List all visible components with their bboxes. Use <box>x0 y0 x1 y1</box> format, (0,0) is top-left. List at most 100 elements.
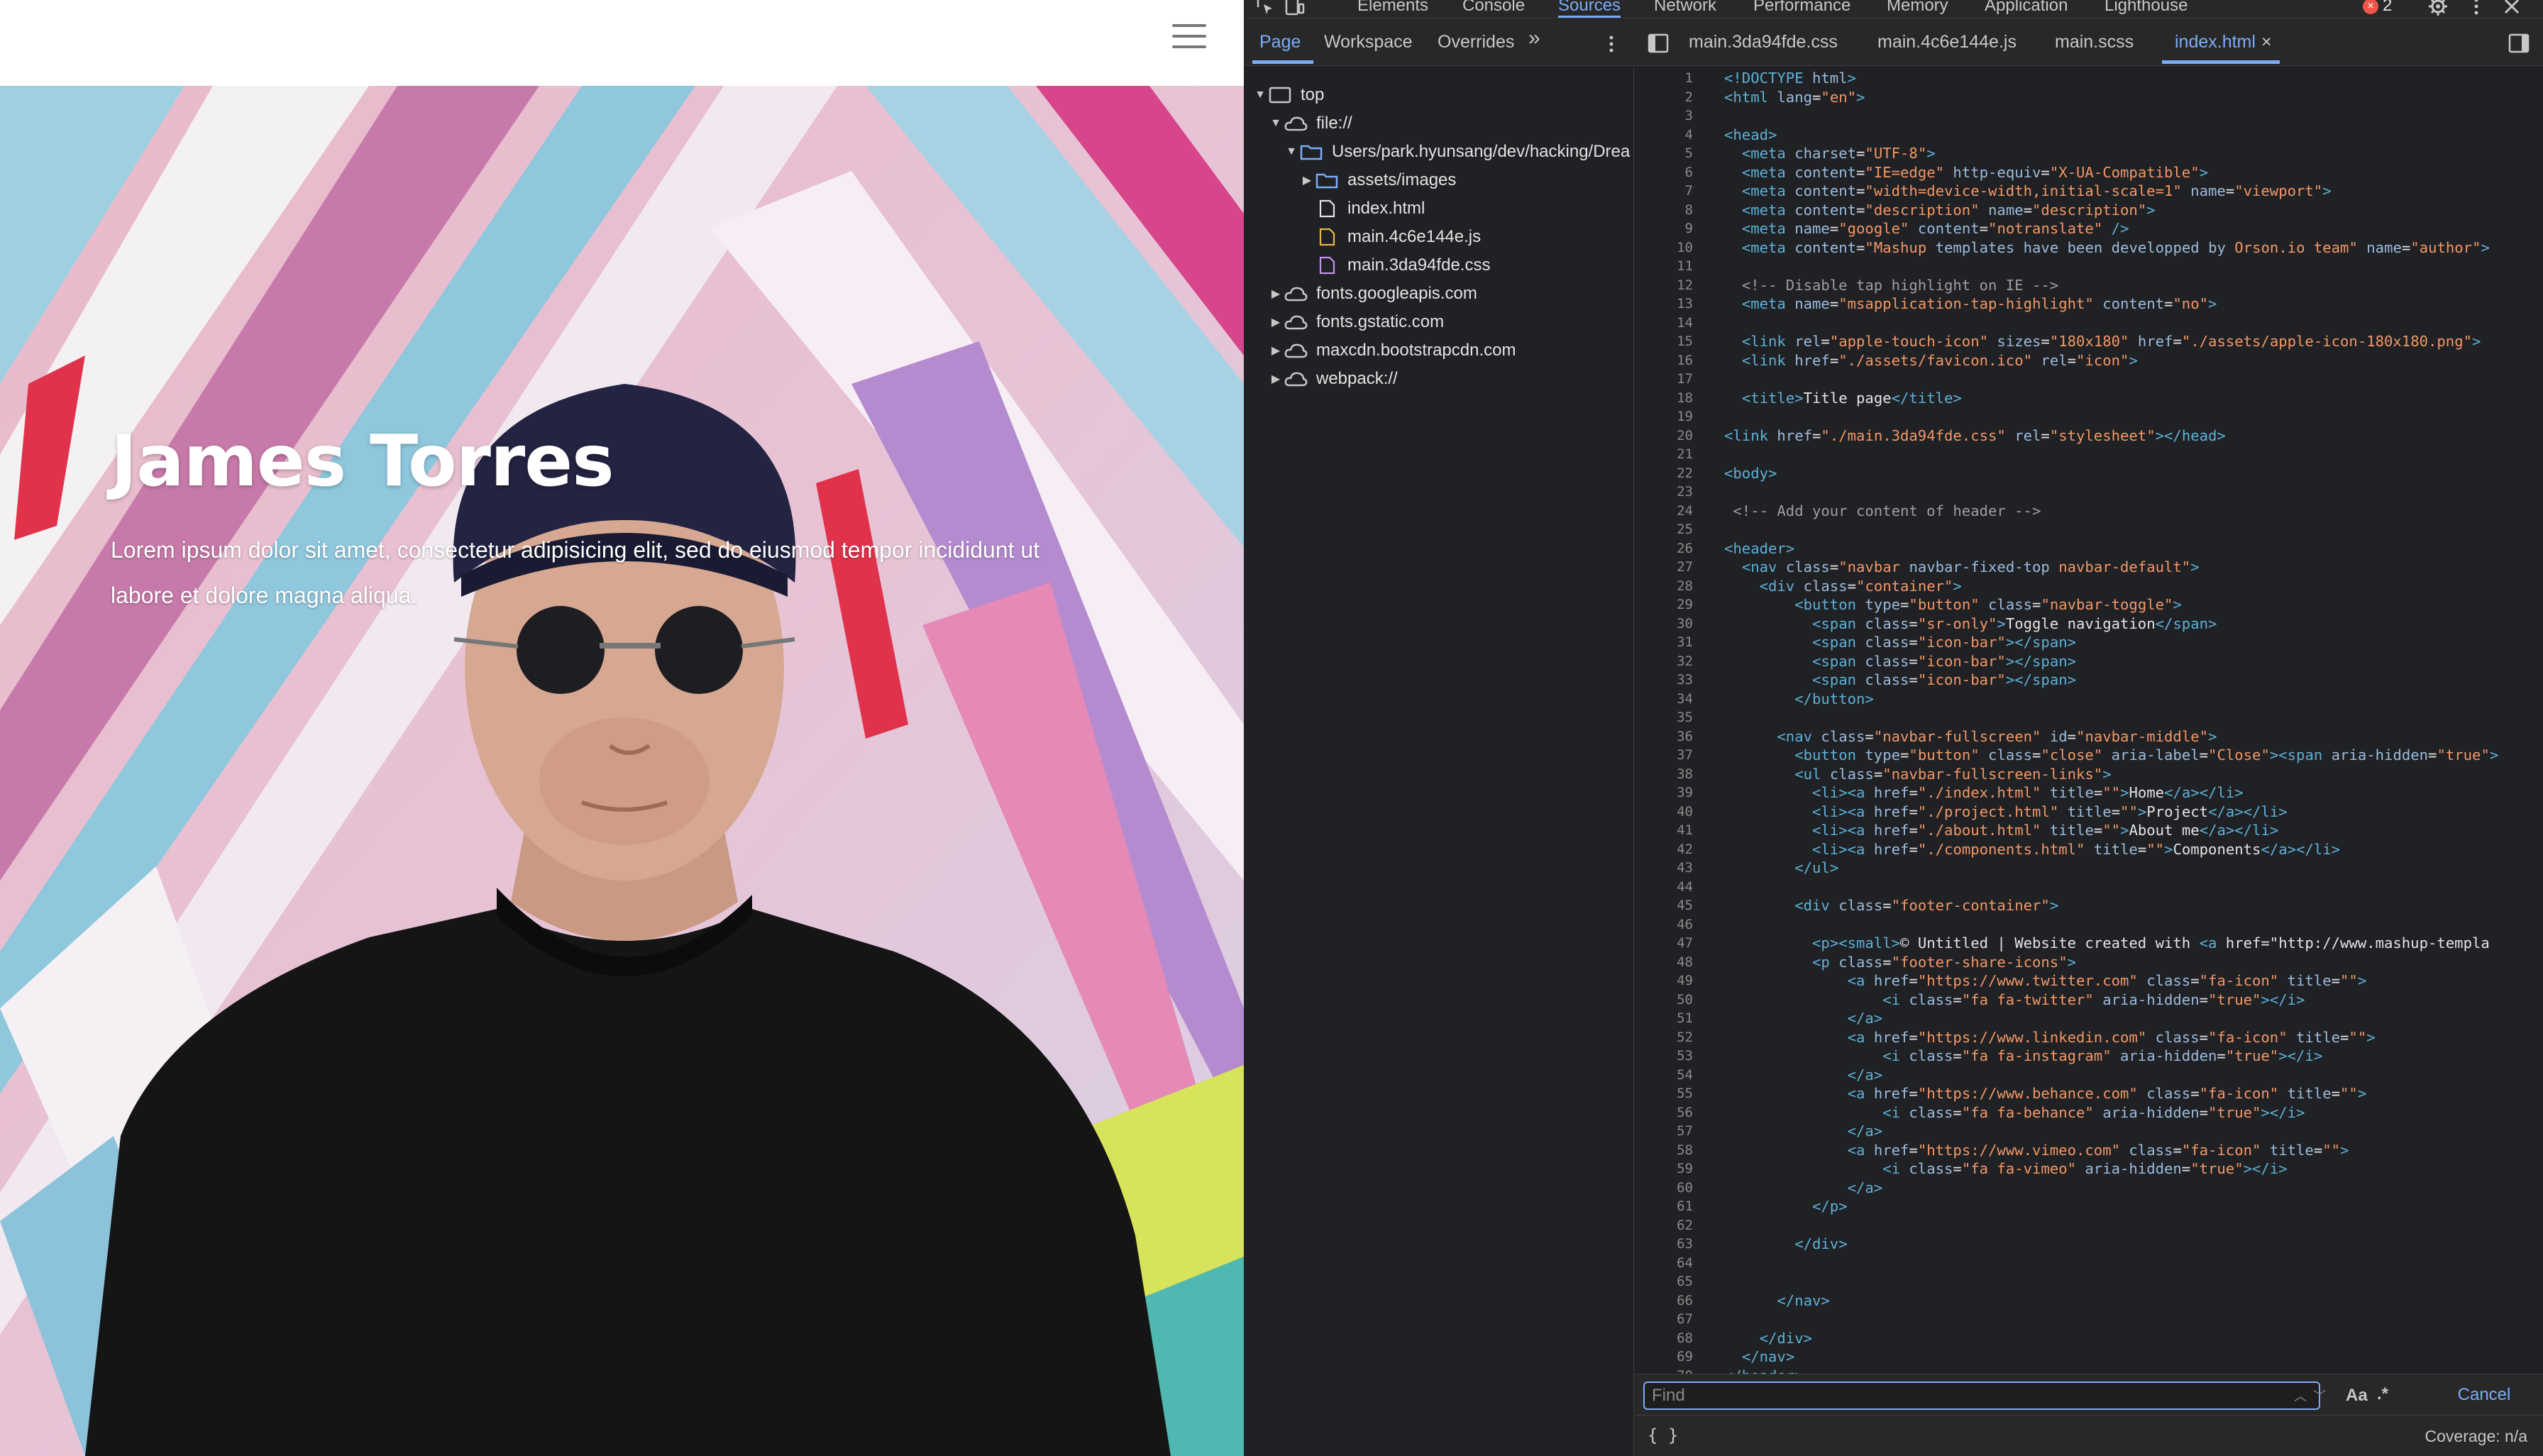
line-number[interactable]: 65 <box>1635 1274 1693 1289</box>
file-tab-index-html[interactable]: index.html <box>2175 32 2256 53</box>
line-number[interactable]: 32 <box>1635 653 1693 669</box>
line-number[interactable]: 37 <box>1635 747 1693 763</box>
close-file-tab-icon[interactable]: × <box>2261 32 2272 53</box>
line-number[interactable]: 50 <box>1635 992 1693 1008</box>
pretty-print-icon[interactable]: { } <box>1648 1425 1678 1445</box>
line-number[interactable]: 45 <box>1635 898 1693 913</box>
find-next-icon[interactable]: ﹀ <box>2309 1386 2330 1407</box>
line-number[interactable]: 54 <box>1635 1067 1693 1083</box>
line-number[interactable]: 68 <box>1635 1330 1693 1346</box>
tab-memory[interactable]: Memory <box>1887 0 1948 16</box>
subtab-page[interactable]: Page <box>1259 32 1301 53</box>
line-number[interactable]: 38 <box>1635 766 1693 782</box>
subtab-workspace[interactable]: Workspace <box>1324 32 1413 53</box>
subtab-overrides[interactable]: Overrides <box>1438 32 1514 53</box>
tree-item-googleapis[interactable]: ▶ fonts.googleapis.com <box>1268 280 1477 308</box>
regex-button[interactable]: .* <box>2377 1384 2388 1404</box>
line-number[interactable]: 51 <box>1635 1010 1693 1026</box>
line-number[interactable]: 43 <box>1635 860 1693 876</box>
tree-item-webpack[interactable]: ▶ webpack:// <box>1268 365 1398 393</box>
line-number[interactable]: 42 <box>1635 842 1693 857</box>
toggle-debugger-icon[interactable] <box>2508 32 2530 55</box>
line-number[interactable]: 8 <box>1635 202 1693 218</box>
line-number[interactable]: 59 <box>1635 1161 1693 1176</box>
line-number[interactable]: 47 <box>1635 935 1693 951</box>
line-number[interactable]: 10 <box>1635 240 1693 255</box>
line-number[interactable]: 69 <box>1635 1349 1693 1364</box>
line-number[interactable]: 58 <box>1635 1142 1693 1158</box>
hamburger-menu-icon[interactable] <box>1172 24 1206 50</box>
line-number[interactable]: 1 <box>1635 70 1693 86</box>
line-number[interactable]: 24 <box>1635 503 1693 519</box>
tree-item-assets[interactable]: ▶ assets/images <box>1299 166 1457 194</box>
line-number[interactable]: 62 <box>1635 1218 1693 1233</box>
line-number[interactable]: 39 <box>1635 785 1693 800</box>
line-number[interactable]: 13 <box>1635 296 1693 311</box>
code-editor[interactable]: 1 2 3 4 5 6 7 8 9 10 11 12 13 14 15 16 17 18 19 20 21 22 23 24 2… <box>1635 67 2543 1374</box>
tree-item-top[interactable]: ▼ top <box>1252 81 1324 109</box>
line-number[interactable]: 12 <box>1635 277 1693 293</box>
line-number[interactable]: 66 <box>1635 1293 1693 1308</box>
close-devtools-icon[interactable] <box>2501 0 2522 17</box>
line-number[interactable]: 64 <box>1635 1255 1693 1271</box>
line-number[interactable]: 11 <box>1635 258 1693 274</box>
line-number[interactable]: 41 <box>1635 822 1693 838</box>
tab-network[interactable]: Network <box>1654 0 1716 16</box>
navigator-menu-icon[interactable] <box>1601 33 1622 55</box>
line-number[interactable]: 31 <box>1635 634 1693 650</box>
line-number[interactable]: 55 <box>1635 1086 1693 1101</box>
line-number[interactable]: 25 <box>1635 522 1693 537</box>
line-number[interactable]: 4 <box>1635 127 1693 143</box>
line-number[interactable]: 53 <box>1635 1048 1693 1064</box>
line-number[interactable]: 61 <box>1635 1198 1693 1214</box>
line-number[interactable]: 5 <box>1635 145 1693 161</box>
line-number[interactable]: 52 <box>1635 1030 1693 1045</box>
line-number[interactable]: 2 <box>1635 89 1693 105</box>
line-number[interactable]: 30 <box>1635 616 1693 632</box>
line-number[interactable]: 56 <box>1635 1105 1693 1120</box>
line-number[interactable]: 57 <box>1635 1123 1693 1139</box>
error-count-badge[interactable]: × 2 <box>2363 0 2392 16</box>
line-number[interactable]: 63 <box>1635 1236 1693 1252</box>
line-number[interactable]: 18 <box>1635 390 1693 406</box>
device-toolbar-icon[interactable] <box>1284 0 1305 17</box>
line-number[interactable]: 9 <box>1635 221 1693 236</box>
line-number[interactable]: 34 <box>1635 691 1693 707</box>
line-number[interactable]: 26 <box>1635 541 1693 556</box>
line-number[interactable]: 22 <box>1635 465 1693 481</box>
line-number[interactable]: 19 <box>1635 409 1693 424</box>
line-number[interactable]: 67 <box>1635 1311 1693 1327</box>
tree-item-main-js[interactable]: main.4c6e144e.js <box>1315 223 1481 251</box>
line-number[interactable]: 17 <box>1635 371 1693 387</box>
settings-gear-icon[interactable] <box>2427 0 2449 17</box>
tab-application[interactable]: Application <box>1985 0 2068 16</box>
match-case-button[interactable]: Aa <box>2346 1386 2368 1406</box>
tree-item-index-html[interactable]: index.html <box>1315 194 1425 223</box>
line-number[interactable]: 3 <box>1635 108 1693 123</box>
line-number[interactable]: 36 <box>1635 729 1693 744</box>
line-number[interactable]: 48 <box>1635 954 1693 970</box>
file-tab-main-css[interactable]: main.3da94fde.css <box>1689 32 1838 53</box>
tab-lighthouse[interactable]: Lighthouse <box>2105 0 2188 16</box>
file-tab-main-js[interactable]: main.4c6e144e.js <box>1877 32 2017 53</box>
line-number[interactable]: 33 <box>1635 672 1693 688</box>
line-number[interactable]: 14 <box>1635 315 1693 331</box>
line-number[interactable]: 15 <box>1635 333 1693 349</box>
line-number[interactable]: 70 <box>1635 1368 1693 1374</box>
line-number[interactable]: 7 <box>1635 183 1693 199</box>
tree-item-file[interactable]: ▼ file:// <box>1268 109 1352 138</box>
tree-item-bootstrapcdn[interactable]: ▶ maxcdn.bootstrapcdn.com <box>1268 336 1516 365</box>
find-input[interactable] <box>1643 1381 2320 1410</box>
line-number[interactable]: 27 <box>1635 559 1693 575</box>
line-number[interactable]: 40 <box>1635 804 1693 820</box>
line-number[interactable]: 49 <box>1635 973 1693 988</box>
line-number[interactable]: 6 <box>1635 165 1693 180</box>
file-tab-main-scss[interactable]: main.scss <box>2055 32 2134 53</box>
line-number[interactable]: 29 <box>1635 597 1693 612</box>
line-number[interactable]: 23 <box>1635 484 1693 500</box>
tab-sources[interactable]: Sources <box>1558 0 1621 18</box>
line-number[interactable]: 35 <box>1635 710 1693 725</box>
more-tabs-chevron-icon[interactable]: » <box>1528 26 1540 50</box>
find-previous-icon[interactable]: ︿ <box>2290 1386 2311 1407</box>
tree-item-user-folder[interactable]: ▼ Users/park.hyunsang/dev/hacking/Drea <box>1284 138 1630 166</box>
